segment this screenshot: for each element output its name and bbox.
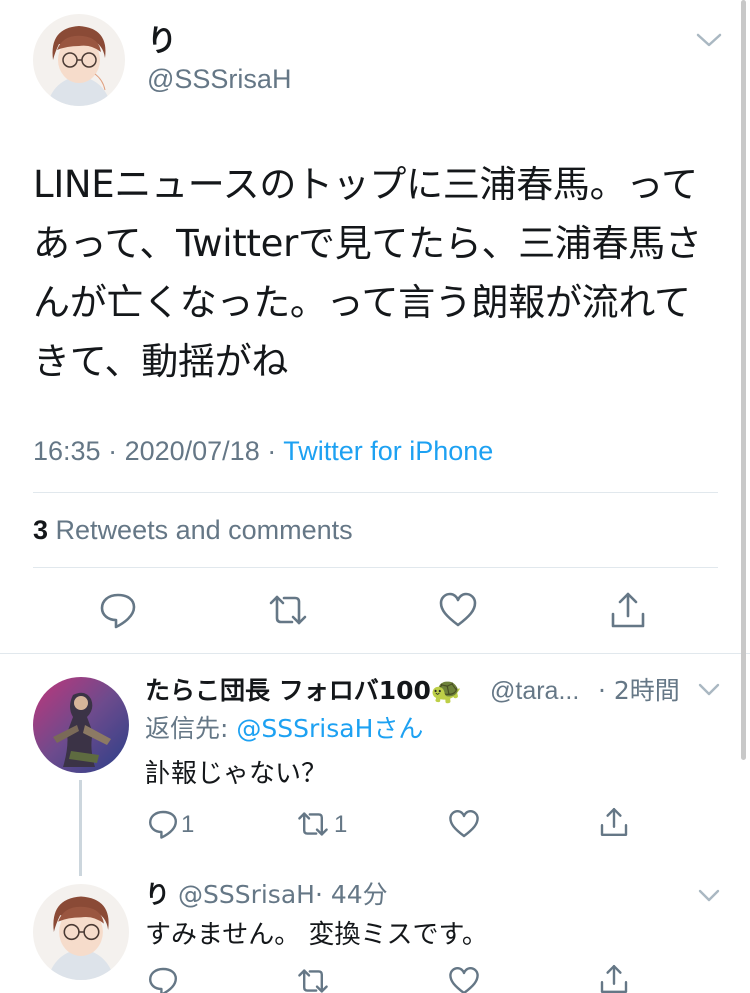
user-handle[interactable]: @SSSrisaH xyxy=(178,880,315,909)
reply-icon[interactable] xyxy=(147,808,179,840)
reply-icon[interactable] xyxy=(147,965,179,993)
like-icon[interactable] xyxy=(448,965,480,993)
tweet-time[interactable]: · 44分 xyxy=(315,880,388,909)
tweet-text: LINEニュースのトップに三浦春馬。ってあって、Twitterで見てたら、三浦春… xyxy=(33,163,702,383)
user-handle[interactable]: @tara... xyxy=(490,673,579,709)
reply-to-label: 返信先: xyxy=(145,714,229,743)
retweets-count: 3 xyxy=(33,515,49,545)
retweets-summary[interactable]: 3 Retweets and comments xyxy=(33,512,353,548)
reply-to-user[interactable]: @SSSrisaHさん xyxy=(236,714,423,743)
avatar[interactable] xyxy=(33,884,129,980)
reply-icon[interactable] xyxy=(98,590,138,630)
tweet-date: 2020/07/18 xyxy=(124,436,260,466)
chevron-down-icon[interactable] xyxy=(697,888,721,904)
chevron-down-icon[interactable] xyxy=(695,31,723,49)
display-name[interactable]: たらこ団長 フォロバ100🐢 xyxy=(145,673,462,709)
retweet-count: 1 xyxy=(334,811,348,838)
tweet-text: 訃報じゃない？ xyxy=(145,759,328,789)
share-icon[interactable] xyxy=(608,590,648,630)
tweet-text: すみません。 変換ミスです。 xyxy=(145,920,488,950)
reply-count: 1 xyxy=(181,811,195,838)
retweet-icon[interactable] xyxy=(268,590,308,630)
thread-line xyxy=(79,780,82,876)
display-name[interactable]: り xyxy=(145,880,170,909)
tweet-meta: 16:35 · 2020/07/18 · Twitter for iPhone xyxy=(33,436,494,466)
retweets-label: Retweets and comments xyxy=(55,515,353,545)
user-handle[interactable]: @SSSrisaH xyxy=(147,61,291,97)
avatar[interactable] xyxy=(33,14,125,106)
display-name[interactable]: り xyxy=(147,22,177,62)
scrollbar[interactable] xyxy=(741,0,746,760)
divider xyxy=(0,653,750,654)
tweet-header: り @SSSrisaH· 44分 xyxy=(145,877,388,913)
chevron-down-icon[interactable] xyxy=(697,682,721,698)
retweet-icon[interactable] xyxy=(296,965,330,993)
tweet-time[interactable]: · 2時間 xyxy=(598,673,680,709)
tweet-source[interactable]: Twitter for iPhone xyxy=(283,436,493,466)
reply-to: 返信先: @SSSrisaHさん xyxy=(145,711,423,747)
share-icon[interactable] xyxy=(598,963,630,993)
retweet-icon[interactable] xyxy=(296,808,330,840)
like-icon[interactable] xyxy=(438,590,478,630)
tweet-time: 16:35 xyxy=(33,436,101,466)
divider xyxy=(33,567,718,568)
share-icon[interactable] xyxy=(598,806,630,838)
divider xyxy=(33,492,718,493)
like-icon[interactable] xyxy=(448,808,480,840)
avatar[interactable] xyxy=(33,677,129,773)
